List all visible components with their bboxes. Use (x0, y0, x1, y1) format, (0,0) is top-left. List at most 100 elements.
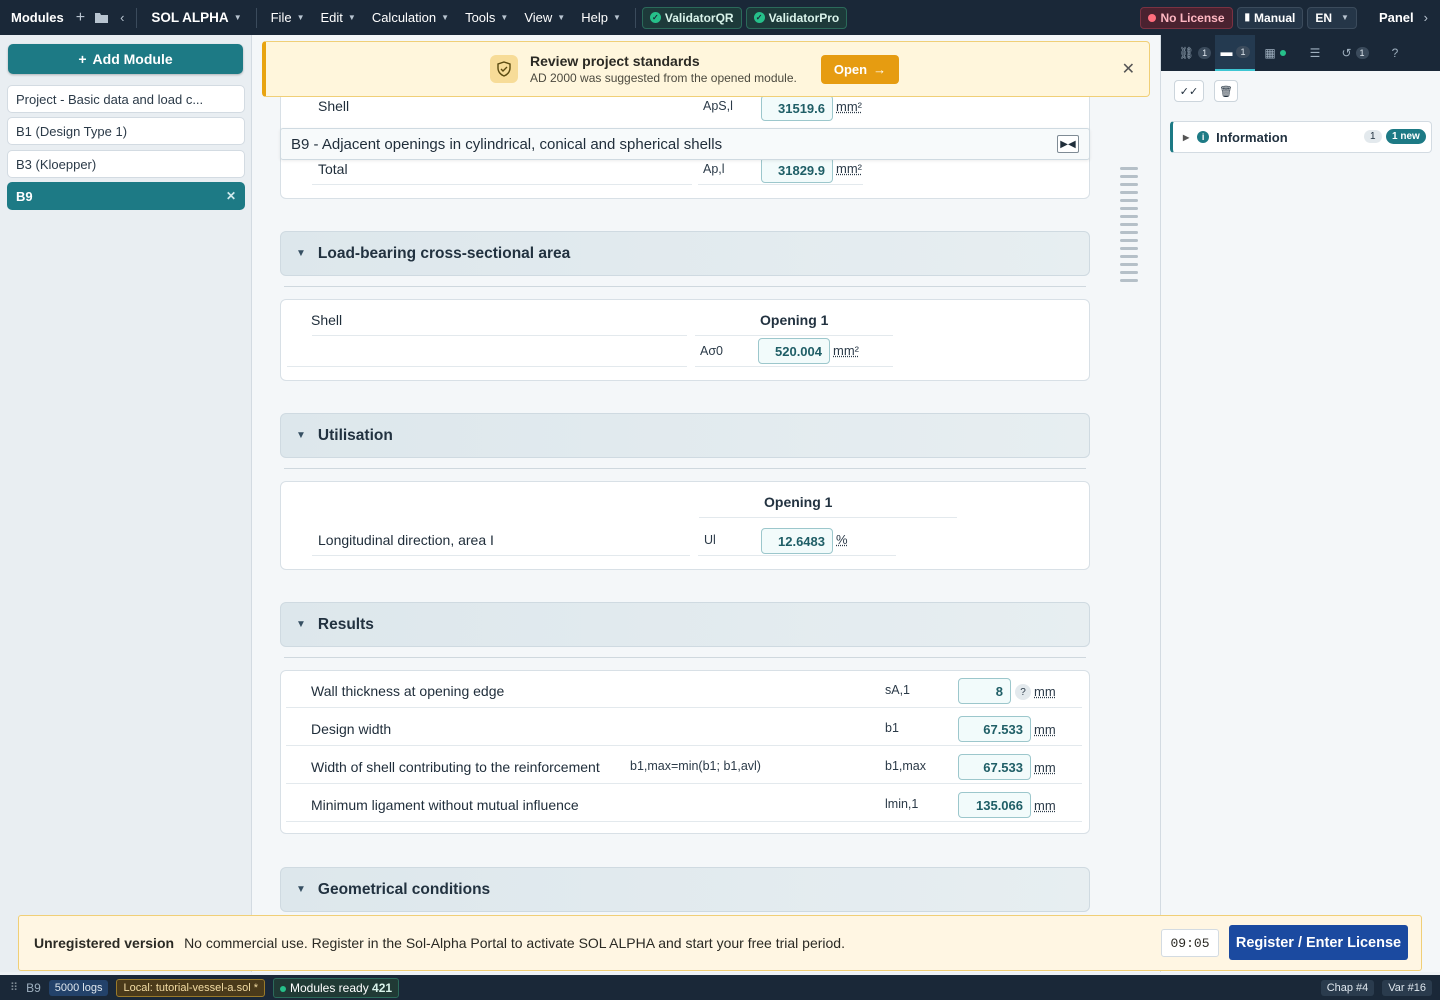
menu-help[interactable]: Help ▼ (573, 0, 629, 35)
row-divider (698, 184, 863, 185)
minimap-line (1120, 239, 1138, 242)
info-icon: i (1197, 131, 1210, 143)
section-utilisation[interactable]: ▼ Utilisation (280, 413, 1090, 458)
validator-qr-button[interactable]: ✓ ValidatorQR (641, 6, 742, 29)
check-icon: ✓ (753, 12, 765, 23)
double-check-icon: ✓✓ (1179, 85, 1199, 98)
shell-label: Shell (318, 98, 350, 114)
module-item-b1[interactable]: B1 (Design Type 1) (7, 117, 245, 145)
row-divider (286, 821, 1082, 822)
menu-view[interactable]: View ▼ (516, 0, 573, 35)
result-unit: mm (1034, 760, 1056, 775)
add-icon[interactable]: + (72, 0, 89, 35)
utilisation-value[interactable]: 12.6483 (761, 528, 833, 554)
minimap-line (1120, 199, 1138, 202)
menu-tools[interactable]: Tools ▼ (457, 0, 516, 35)
tab-calculator[interactable]: ▦ (1255, 46, 1295, 60)
mark-all-read-button[interactable]: ✓✓ (1174, 80, 1204, 102)
status-dot-icon (1279, 50, 1286, 56)
section-results[interactable]: ▼ Results (280, 602, 1090, 647)
add-module-button[interactable]: + Add Module (8, 44, 243, 74)
module-item-b9[interactable]: B9 ✕ (7, 182, 245, 210)
chevron-down-icon: ▼ (441, 13, 450, 22)
row-divider (286, 783, 1082, 784)
menu-file[interactable]: File ▼ (263, 0, 313, 35)
info-count-badge: 1 (1364, 130, 1382, 143)
validator-pro-button[interactable]: ✓ ValidatorPro (745, 6, 848, 29)
panel-toggle[interactable]: Panel (1371, 0, 1418, 35)
chevron-right-icon: ▶ (1183, 132, 1190, 142)
new-badge: 1 new (1386, 129, 1426, 144)
delete-button[interactable]: 🗑 (1214, 80, 1238, 102)
design-width-value[interactable]: 67.533 (958, 716, 1031, 742)
section-geometrical-conditions[interactable]: ▼ Geometrical conditions (280, 867, 1090, 912)
plus-icon: + (78, 51, 87, 67)
row-divider (695, 366, 893, 367)
chapter-badge[interactable]: Chap #4 (1320, 979, 1375, 996)
tab-history[interactable]: ↺ 1 (1335, 46, 1375, 60)
minimap-line (1120, 207, 1138, 210)
information-group[interactable]: ▶ i Information 1 1 new (1170, 121, 1432, 153)
menu-edit[interactable]: Edit ▼ (312, 0, 363, 35)
result-symbol: b1,max (885, 759, 926, 773)
manual-button[interactable]: ▮ Manual (1236, 6, 1304, 29)
min-ligament-value[interactable]: 135.066 (958, 792, 1031, 818)
close-icon[interactable]: ✕ (1122, 59, 1135, 79)
module-item-project[interactable]: Project - Basic data and load c... (7, 85, 245, 113)
variable-badge[interactable]: Var #16 (1382, 979, 1432, 996)
link-icon: ⛓ (1178, 46, 1195, 60)
row-divider (698, 555, 896, 556)
module-item-b3[interactable]: B3 (Kloepper) (7, 150, 245, 178)
grip-icon: ⠿ (10, 982, 19, 994)
close-icon[interactable]: ✕ (226, 189, 236, 203)
row-divider (695, 335, 893, 336)
row-divider (287, 366, 687, 367)
license-badge[interactable]: No License (1140, 6, 1233, 29)
right-panel-tabs: ⛓ 1 ▬ 1 ▦ ☰ ↺ 1 ? (1161, 35, 1440, 71)
collapse-icon[interactable]: ▶◀ (1057, 135, 1079, 153)
logs-badge[interactable]: 5000 logs (48, 979, 109, 996)
tab-help[interactable]: ? (1375, 46, 1415, 60)
section-load-bearing[interactable]: ▼ Load-bearing cross-sectional area (280, 231, 1090, 276)
row-divider (312, 555, 690, 556)
menu-bar: Modules + ‹ SOL ALPHA ▼ File ▼ Edit ▼ Calcu… (0, 0, 1440, 35)
module-title-bar: B9 - Adjacent openings in cylindrical, c… (280, 128, 1090, 160)
divider (634, 7, 636, 28)
modules-ready-badge[interactable]: Modules ready 421 (272, 977, 400, 998)
banner-open-button[interactable]: Open → (821, 55, 899, 84)
language-select[interactable]: EN ▼ (1307, 6, 1357, 29)
help-icon: ? (1391, 46, 1399, 60)
chevron-left-icon[interactable]: ‹ (114, 0, 130, 35)
load-bearing-area-value[interactable]: 520.004 (758, 338, 830, 364)
wall-thickness-value[interactable]: 8 (958, 678, 1011, 704)
local-file-badge[interactable]: Local: tutorial-vessel-a.sol * (116, 978, 265, 997)
shell-symbol: ApS,l (703, 99, 733, 113)
chevron-down-icon: ▼ (1341, 13, 1349, 22)
unregistered-banner: Unregistered version No commercial use. … (18, 915, 1422, 971)
help-icon[interactable]: ? (1015, 684, 1031, 700)
result-symbol: sA,1 (885, 683, 911, 697)
max-width-value[interactable]: 67.533 (958, 754, 1031, 780)
app-title-menu[interactable]: SOL ALPHA ▼ (143, 0, 249, 35)
chevron-right-icon[interactable]: › (1418, 0, 1440, 35)
total-area-value[interactable]: 31829.9 (761, 157, 833, 183)
modules-menu[interactable]: Modules (0, 0, 72, 35)
minimap[interactable] (1120, 167, 1138, 287)
total-label: Total (318, 161, 348, 177)
section-divider (284, 468, 1086, 469)
minimap-line (1120, 279, 1138, 282)
tab-links[interactable]: ⛓ 1 (1175, 46, 1215, 60)
folder-icon[interactable] (89, 0, 114, 35)
book-icon: ▮ (1244, 12, 1251, 23)
menu-calculation[interactable]: Calculation ▼ (364, 0, 457, 35)
chevron-down-icon: ▼ (233, 13, 242, 22)
tab-outline[interactable]: ☰ (1295, 46, 1335, 60)
shell-area-unit: mm² (836, 99, 862, 114)
tab-messages[interactable]: ▬ 1 (1215, 35, 1255, 71)
result-symbol: b1 (885, 721, 899, 735)
utilisation-unit: % (836, 532, 848, 547)
total-area-unit: mm² (836, 161, 862, 176)
section-divider (284, 657, 1086, 658)
register-button[interactable]: Register / Enter License (1229, 925, 1408, 960)
shell-area-value[interactable]: 31519.6 (761, 95, 833, 121)
